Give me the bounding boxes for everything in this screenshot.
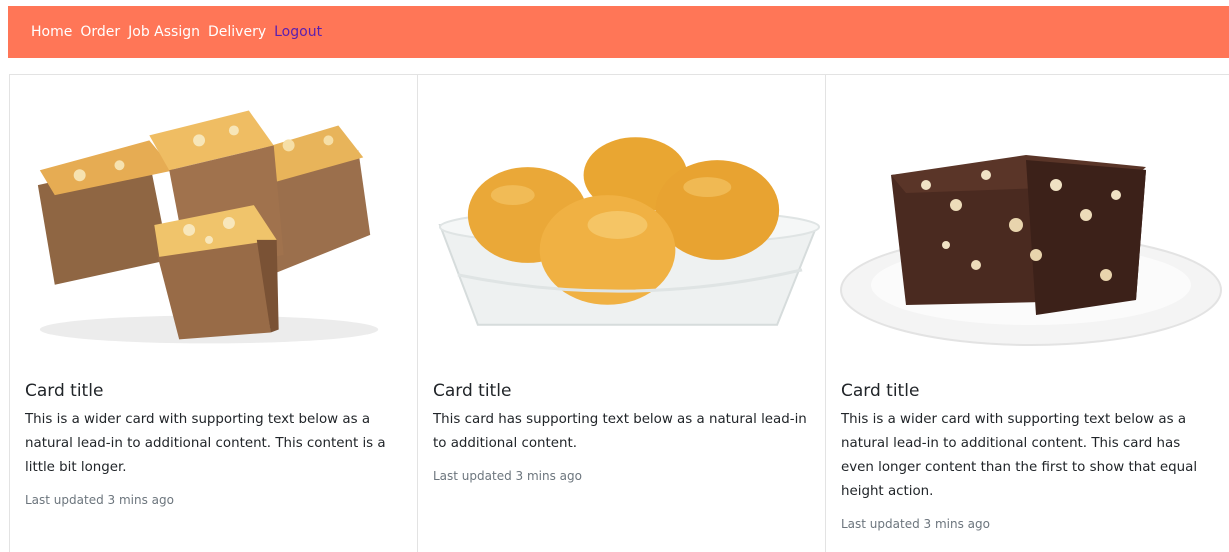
card: Card title This card has supporting text… xyxy=(418,74,826,552)
nav-link-delivery[interactable]: Delivery xyxy=(208,24,266,40)
card-title: Card title xyxy=(25,381,104,401)
card-title: Card title xyxy=(433,381,512,401)
card-body: Card title This card has supporting text… xyxy=(418,369,825,483)
card-body: Card title This is a wider card with sup… xyxy=(826,369,1229,531)
top-navbar: Home Order Job Assign Delivery Logout xyxy=(8,6,1229,58)
card-deck: Card title This is a wider card with sup… xyxy=(9,74,1229,552)
brownie-on-plate-image xyxy=(826,75,1229,369)
card-updated-text: Last updated 3 mins ago xyxy=(433,469,582,483)
card-text: This is a wider card with supporting tex… xyxy=(25,412,386,475)
card-updated-text: Last updated 3 mins ago xyxy=(25,493,174,507)
buns-in-tray-image xyxy=(418,75,825,369)
nav-link-home[interactable]: Home xyxy=(31,24,72,40)
nav-link-job-assign[interactable]: Job Assign xyxy=(128,24,200,40)
card: Card title This is a wider card with sup… xyxy=(826,74,1229,552)
card-updated-text: Last updated 3 mins ago xyxy=(841,517,990,531)
card-body: Card title This is a wider card with sup… xyxy=(10,369,417,507)
card-text: This card has supporting text below as a… xyxy=(433,412,807,451)
card-text: This is a wider card with supporting tex… xyxy=(841,412,1198,499)
card-title: Card title xyxy=(841,381,920,401)
card: Card title This is a wider card with sup… xyxy=(9,74,418,552)
cake-squares-image xyxy=(10,75,417,369)
nav-link-order[interactable]: Order xyxy=(80,24,120,40)
nav-link-logout[interactable]: Logout xyxy=(274,24,322,40)
